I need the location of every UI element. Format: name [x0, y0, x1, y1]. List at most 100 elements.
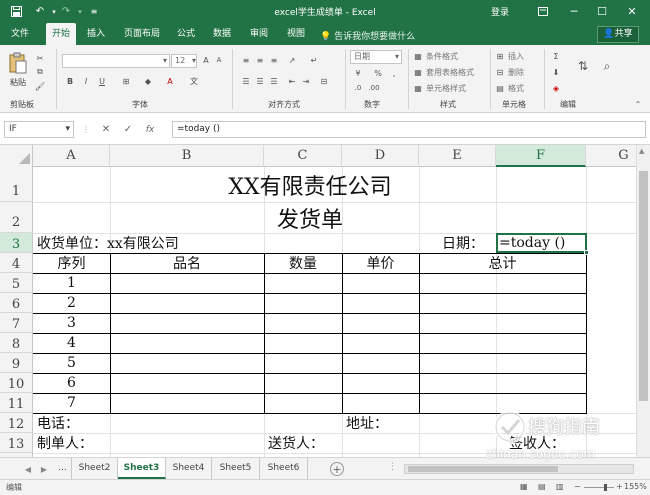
align-right-icon[interactable]: ☰	[268, 76, 280, 86]
insert-cells-button[interactable]: 插入	[508, 51, 524, 62]
font-color-icon[interactable]: A	[164, 76, 176, 86]
cell-styles-button[interactable]: 单元格样式	[426, 83, 466, 94]
vertical-scroll-thumb[interactable]	[639, 171, 648, 401]
column-header-e[interactable]: E	[419, 145, 496, 167]
row-header-4[interactable]: 4	[0, 253, 33, 273]
signer-label[interactable]: 签收人：	[509, 433, 581, 453]
row-header-9[interactable]: 9	[0, 353, 33, 373]
row-header-5[interactable]: 5	[0, 273, 33, 293]
tab-file[interactable]: 文件	[8, 23, 32, 45]
paste-icon[interactable]	[6, 51, 30, 75]
increase-decimal-icon[interactable]: .0	[352, 83, 364, 93]
decrease-indent-icon[interactable]: ⇤	[286, 76, 298, 86]
insert-function-icon[interactable]: fx	[139, 125, 161, 135]
sort-filter-icon[interactable]: ⇅	[574, 57, 592, 75]
fill-icon[interactable]: ⬇	[550, 67, 562, 77]
normal-view-icon[interactable]: ▦	[520, 482, 528, 491]
enter-icon[interactable]: ✓	[117, 124, 139, 135]
header-price[interactable]: 单价	[342, 253, 419, 273]
paste-button[interactable]: 粘贴	[6, 76, 30, 88]
decrease-font-icon[interactable]: A	[213, 55, 225, 65]
more-sheets-button[interactable]: ...	[54, 458, 72, 479]
page-break-view-icon[interactable]: ▥	[556, 482, 564, 491]
seq-cell[interactable]: 4	[33, 333, 110, 353]
column-header-a[interactable]: A	[33, 145, 110, 167]
bold-button[interactable]: B	[64, 76, 76, 86]
align-top-icon[interactable]: ≡	[240, 55, 252, 65]
phonetic-icon[interactable]: 文	[188, 76, 200, 86]
cancel-icon[interactable]: ✕	[95, 124, 117, 135]
seq-cell[interactable]: 7	[33, 393, 110, 413]
document-title[interactable]: 发货单	[33, 202, 587, 233]
name-box[interactable]: IF ▾	[4, 121, 74, 138]
header-quantity[interactable]: 数量	[264, 253, 342, 273]
horizontal-scroll-thumb[interactable]	[408, 466, 558, 472]
row-header-6[interactable]: 6	[0, 293, 33, 313]
copy-icon[interactable]: ⧉	[34, 67, 46, 77]
sheet-tab-sheet4[interactable]: Sheet4	[166, 458, 212, 479]
row-header-7[interactable]: 7	[0, 313, 33, 333]
page-layout-view-icon[interactable]: ▤	[538, 482, 546, 491]
underline-button[interactable]: U	[96, 76, 108, 86]
maximize-icon[interactable]: ☐	[588, 0, 616, 23]
date-label[interactable]: 日期：	[442, 233, 496, 253]
increase-indent-icon[interactable]: ⇥	[300, 76, 312, 86]
header-product[interactable]: 品名	[110, 253, 264, 273]
receiver-cell[interactable]: 收货单位：xx有限公司	[37, 233, 297, 253]
minimize-icon[interactable]: ─	[560, 0, 588, 23]
zoom-slider[interactable]	[584, 487, 614, 488]
merge-center-icon[interactable]: ⊟	[318, 76, 330, 86]
tab-insert[interactable]: 插入	[84, 23, 108, 45]
format-cells-button[interactable]: 格式	[508, 83, 524, 94]
active-cell-f3[interactable]	[496, 233, 589, 255]
tab-home[interactable]: 开始	[46, 23, 76, 45]
zoom-out-icon[interactable]: −	[574, 482, 581, 491]
row-header-1[interactable]: 1	[0, 167, 33, 202]
seq-cell[interactable]: 5	[33, 353, 110, 373]
seq-cell[interactable]: 3	[33, 313, 110, 333]
horizontal-scrollbar[interactable]	[404, 464, 634, 474]
font-name-select[interactable]: ▾	[62, 54, 170, 68]
wrap-text-icon[interactable]: ↵	[308, 55, 320, 65]
share-button[interactable]: 👤共享	[597, 26, 639, 43]
tab-formulas[interactable]: 公式	[174, 23, 198, 45]
delete-cells-button[interactable]: 删除	[508, 67, 524, 78]
company-title[interactable]: XX有限责任公司	[33, 167, 587, 202]
font-size-select[interactable]: 12 ▾	[171, 54, 197, 68]
maker-label[interactable]: 制单人：	[37, 433, 107, 453]
scroll-up-icon[interactable]: ▲	[639, 147, 644, 155]
row-header-8[interactable]: 8	[0, 333, 33, 353]
format-as-table-button[interactable]: 套用表格格式	[426, 67, 474, 78]
decrease-decimal-icon[interactable]: .00	[368, 83, 380, 93]
sheet-tab-sheet5[interactable]: Sheet5	[212, 458, 260, 479]
align-middle-icon[interactable]: ≡	[254, 55, 266, 65]
row-header-3[interactable]: 3	[0, 233, 33, 253]
ribbon-display-options-icon[interactable]	[529, 0, 557, 23]
currency-icon[interactable]: ¥	[352, 68, 364, 78]
seq-cell[interactable]: 6	[33, 373, 110, 393]
address-label[interactable]: 地址：	[346, 413, 416, 433]
row-header-13[interactable]: 13	[0, 433, 33, 453]
autosum-icon[interactable]: Σ	[550, 51, 562, 61]
tab-page-layout[interactable]: 页面布局	[121, 23, 163, 45]
number-format-select[interactable]: 日期 ▾	[350, 50, 402, 64]
column-header-d[interactable]: D	[342, 145, 419, 167]
vertical-scrollbar[interactable]: ▲	[636, 145, 650, 457]
login-button[interactable]: 登录	[491, 5, 509, 18]
tab-view[interactable]: 视图	[284, 23, 308, 45]
phone-label[interactable]: 电话：	[37, 413, 107, 433]
orientation-icon[interactable]: ↗	[286, 55, 298, 65]
row-header-10[interactable]: 10	[0, 373, 33, 393]
comma-button[interactable]: ,	[388, 68, 400, 78]
header-total[interactable]: 总计	[419, 253, 586, 273]
collapse-ribbon-icon[interactable]: ⌃	[632, 99, 644, 109]
tab-review[interactable]: 审阅	[247, 23, 271, 45]
cut-icon[interactable]: ✂	[34, 53, 46, 63]
column-header-c[interactable]: C	[264, 145, 342, 167]
sheet-tab-sheet2[interactable]: Sheet2	[72, 458, 118, 479]
conditional-format-button[interactable]: 条件格式	[426, 51, 458, 62]
seq-cell[interactable]: 2	[33, 293, 110, 313]
sheet-tab-sheet6[interactable]: Sheet6	[260, 458, 308, 479]
select-all-corner[interactable]	[0, 145, 33, 167]
row-header-11[interactable]: 11	[0, 393, 33, 413]
